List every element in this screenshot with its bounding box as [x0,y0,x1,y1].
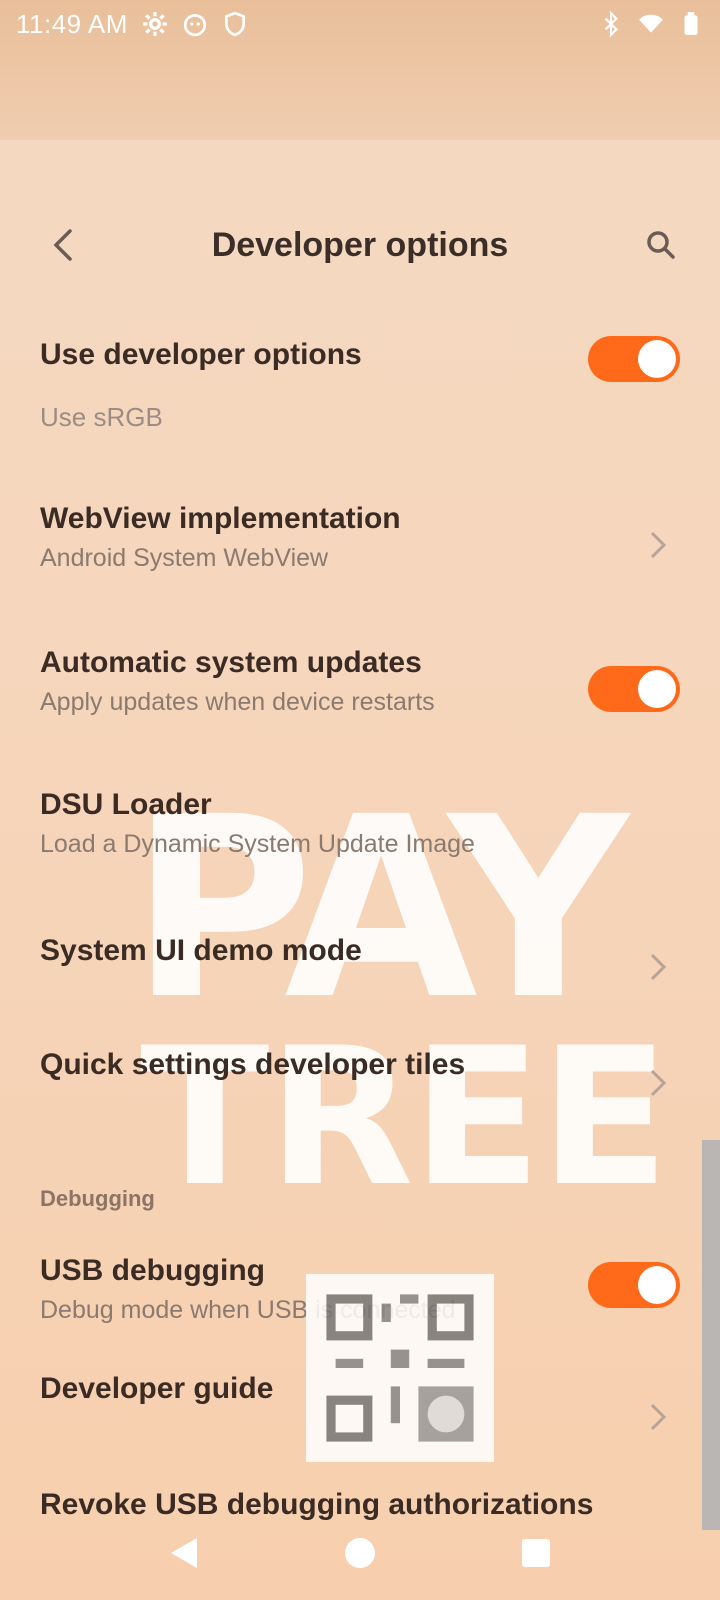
chevron-right-icon [648,952,668,982]
nav-back-button[interactable] [166,1535,202,1571]
list-item-developer-guide[interactable]: Developer guide [40,1372,680,1406]
toggle-knob [638,1266,676,1304]
toggle-knob [638,670,676,708]
usb-debugging-toggle[interactable] [588,1262,680,1308]
toggle-knob [638,340,676,378]
section-header-debugging: Debugging [40,1186,680,1212]
row-title: Developer guide [40,1372,274,1405]
chevron-right-icon [648,1068,668,1098]
shield-icon [222,11,248,37]
developer-options-toggle[interactable] [588,336,680,382]
chevron-right-icon [648,1402,668,1432]
search-button[interactable] [638,222,684,268]
search-icon [647,231,675,259]
nav-home-button[interactable] [342,1535,378,1571]
list-item-dsu-loader[interactable]: DSU Loader Load a Dynamic System Update … [40,788,680,859]
status-time: 11:49 AM [16,8,128,39]
back-button[interactable] [40,222,86,268]
qr-code-image [308,1276,492,1460]
page-title: Developer options [211,225,509,264]
list-item-use-developer-options[interactable]: Use developer options [40,338,680,372]
bluetooth-icon [598,11,624,37]
row-subtitle: Apply updates when device restarts [40,688,435,716]
chevron-left-icon [53,229,72,261]
circle-home-icon [345,1538,375,1568]
automatic-updates-toggle[interactable] [588,666,680,712]
row-title: Quick settings developer tiles [40,1048,466,1081]
list-item-revoke-usb-authorizations[interactable]: Revoke USB debugging authorizations [40,1488,680,1522]
status-left: 11:49 AM [16,9,248,40]
row-title: Use developer options [40,338,362,371]
list-item-system-ui-demo-mode[interactable]: System UI demo mode [40,934,680,968]
row-title: Revoke USB debugging authorizations [40,1488,594,1521]
battery-icon [678,11,704,37]
side-tab[interactable] [702,1140,720,1530]
wifi-icon [638,11,664,37]
section-header: Debugging [40,1186,155,1211]
triangle-back-icon [171,1538,197,1568]
row-title: WebView implementation [40,502,401,535]
list-item-quick-settings-tiles[interactable]: Quick settings developer tiles [40,1048,680,1082]
row-title: DSU Loader [40,788,212,821]
list-item-webview[interactable]: WebView implementation Android System We… [40,502,680,573]
status-bar: 11:49 AM [0,0,720,48]
square-recents-icon [522,1539,550,1567]
gear-icon [142,11,168,37]
row-subtitle: Load a Dynamic System Update Image [40,830,475,858]
cat-icon [182,11,208,37]
navigation-bar [0,1520,720,1586]
nav-recents-button[interactable] [518,1535,554,1571]
row-title: Use sRGB [40,402,163,432]
chevron-right-icon [648,530,668,560]
app-bar: Developer options [0,200,720,290]
row-title: System UI demo mode [40,934,362,967]
list-item-use-srgb[interactable]: Use sRGB [40,402,680,433]
status-right [598,11,704,37]
row-subtitle: Android System WebView [40,544,329,572]
list-item-automatic-system-updates[interactable]: Automatic system updates Apply updates w… [40,646,680,717]
row-title: Automatic system updates [40,646,422,679]
